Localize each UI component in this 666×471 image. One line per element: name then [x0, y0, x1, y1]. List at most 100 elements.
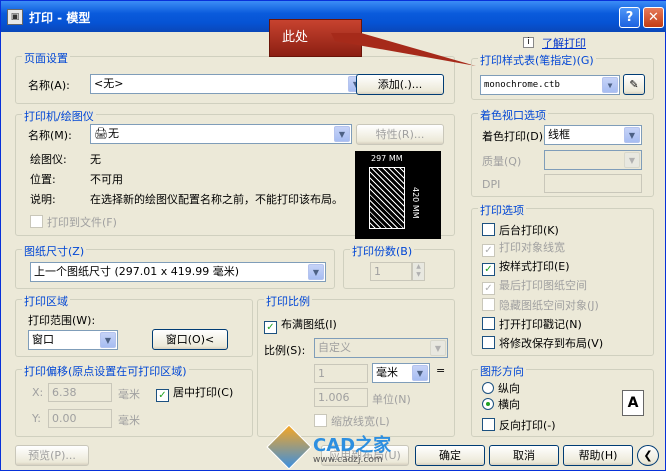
plot-style-select[interactable]: monochrome.ctb ▼: [480, 75, 620, 95]
landscape-radio[interactable]: 横向: [482, 398, 520, 411]
chevron-down-icon: ▼: [624, 152, 640, 168]
chevron-down-icon: ▼: [308, 264, 324, 280]
page-setup-name-label: 名称(A):: [28, 79, 70, 92]
shade-plot-select[interactable]: 线框 ▼: [544, 125, 642, 145]
paper-size-select[interactable]: 上一个图纸尺寸 (297.01 x 419.99 毫米) ▼: [30, 262, 326, 282]
plot-area-select[interactable]: 窗口 ▼: [28, 330, 118, 350]
scale-equals: =: [436, 364, 446, 377]
offset-x-input[interactable]: 6.38: [48, 383, 112, 402]
shaded-viewport-group: 着色视口选项 着色打印(D) 线框 ▼ 质量(Q) ▼ DPI: [471, 107, 654, 197]
help-title-button[interactable]: ?: [619, 7, 640, 28]
plotter-value: 无: [90, 153, 101, 166]
plot-options-group: 打印选项 后台打印(K) ✓ 打印对象线宽 ✓ 按样式打印(E) ✓ 最后打印图纸空间…: [471, 202, 654, 356]
learn-about-plotting-link[interactable]: 了解打印: [542, 35, 586, 51]
scale-lineweights-checkbox[interactable]: 缩放线宽(L): [314, 414, 390, 428]
copies-spinner[interactable]: ▲ ▼: [412, 262, 425, 281]
upside-down-checkbox[interactable]: 反向打印(-): [482, 418, 556, 432]
chevron-down-icon: ▼: [430, 340, 446, 356]
preview-button[interactable]: 预览(P)...: [15, 445, 89, 466]
background-plot-checkbox[interactable]: 后台打印(K): [482, 223, 559, 237]
offset-x-unit: 毫米: [118, 388, 140, 401]
where-value: 不可用: [90, 173, 123, 186]
center-plot-checkbox[interactable]: ✓ 居中打印(C): [156, 386, 233, 402]
dpi-label: DPI: [482, 178, 501, 191]
window-button[interactable]: 窗口(O)<: [152, 329, 228, 350]
plot-area-group: 打印区域 打印范围(W): 窗口 ▼ 窗口(O)<: [15, 293, 253, 357]
quality-label: 质量(Q): [482, 155, 522, 168]
scale-label: 比例(S):: [264, 344, 306, 357]
plotter-label: 绘图仪:: [30, 153, 67, 166]
plot-scale-title: 打印比例: [264, 293, 312, 309]
page-setup-select[interactable]: <无>▼: [90, 74, 366, 94]
collapse-arrow-button[interactable]: ❮: [637, 445, 659, 466]
hide-paperspace-objects-checkbox[interactable]: 隐藏图纸空间对象(J): [482, 298, 599, 312]
edit-style-button[interactable]: ✎: [623, 74, 645, 95]
scale-select[interactable]: 自定义 ▼: [314, 338, 448, 358]
preview-height-label: 420 MM: [411, 187, 420, 219]
preview-width-label: 297 MM: [371, 154, 403, 163]
window-title: 打印 - 模型: [29, 11, 91, 25]
watermark-logo: CAD之家 www.cadzj.com: [266, 424, 403, 470]
plot-options-title: 打印选项: [478, 202, 526, 218]
description-value: 在选择新的绘图仪配置名称之前，不能打印该布局。: [90, 193, 343, 206]
callout-arrow: [331, 33, 476, 66]
ok-button[interactable]: 确定: [415, 445, 485, 466]
plotter-title: 打印机/绘图仪: [22, 108, 96, 124]
scale-units-label: 单位(N): [372, 393, 411, 406]
portrait-radio[interactable]: 纵向: [482, 382, 520, 395]
offset-x-label: X:: [32, 386, 44, 399]
info-icon: i: [523, 37, 534, 48]
page-setup-title: 页面设置: [22, 50, 70, 66]
copies-title: 打印份数(B): [350, 243, 415, 259]
scale-unit-select[interactable]: 毫米 ▼: [372, 363, 430, 383]
scale-units-input[interactable]: 1.006: [314, 388, 368, 407]
app-icon: ▣: [7, 9, 23, 25]
chevron-down-icon: ▼: [624, 127, 640, 143]
close-button[interactable]: ✕: [643, 7, 664, 28]
plot-stamp-checkbox[interactable]: 打开打印戳记(N): [482, 317, 582, 331]
dpi-input[interactable]: [544, 174, 642, 193]
where-label: 位置:: [30, 173, 56, 186]
cancel-button[interactable]: 取消: [489, 445, 559, 466]
description-label: 说明:: [30, 193, 56, 206]
chevron-down-icon: ▼: [602, 77, 618, 93]
save-to-layout-checkbox[interactable]: 将修改保存到布局(V): [482, 336, 603, 350]
plot-to-file-checkbox[interactable]: 打印到文件(F): [30, 215, 117, 229]
shaded-viewport-title: 着色视口选项: [478, 107, 548, 123]
scale-value-input[interactable]: 1: [314, 364, 368, 383]
chevron-down-icon: ▼: [334, 126, 350, 142]
add-page-setup-button[interactable]: 添加(.)...: [356, 74, 444, 95]
plot-paperspace-last-checkbox[interactable]: ✓ 最后打印图纸空间: [482, 279, 587, 295]
plot-offset-title: 打印偏移(原点设置在可打印区域): [22, 363, 189, 379]
orientation-title: 图形方向: [478, 363, 526, 379]
plot-dialog: ▣ 打印 - 模型 ? ✕ 页面设置 名称(A): <无>▼ 添加(.)... …: [0, 0, 666, 471]
chevron-down-icon: ▼: [100, 332, 116, 348]
plot-area-label: 打印范围(W):: [28, 314, 96, 327]
paper-preview: 297 MM 420 MM: [355, 151, 441, 239]
plot-lineweights-checkbox[interactable]: ✓ 打印对象线宽: [482, 241, 565, 257]
plot-style-group: 打印样式表(笔指定)(G) monochrome.ctb ▼ ✎: [471, 52, 654, 100]
offset-y-input[interactable]: 0.00: [48, 409, 112, 428]
plotter-name-label: 名称(M):: [28, 129, 72, 142]
plotter-select[interactable]: 🖨无 ▼: [90, 124, 352, 144]
properties-button[interactable]: 特性(R)...: [356, 124, 444, 145]
offset-y-unit: 毫米: [118, 414, 140, 427]
printer-icon: 🖨: [94, 127, 108, 140]
watermark-text: CAD之家: [313, 435, 392, 456]
fit-to-paper-checkbox[interactable]: ✓ 布满图纸(I): [264, 318, 337, 334]
plot-style-title: 打印样式表(笔指定)(G): [478, 52, 596, 68]
orientation-group: 图形方向 纵向 横向 反向打印(-) A: [471, 363, 654, 437]
plot-scale-group: 打印比例 ✓ 布满图纸(I) 比例(S): 自定义 ▼ 1 毫米 ▼ = 1.006 …: [257, 293, 455, 437]
chevron-left-icon: ❮: [643, 449, 653, 462]
offset-y-label: Y:: [32, 412, 41, 425]
chevron-down-icon: ▼: [412, 365, 428, 381]
plot-area-title: 打印区域: [22, 293, 70, 309]
paper-size-group: 图纸尺寸(Z) 上一个图纸尺寸 (297.01 x 419.99 毫米) ▼: [15, 243, 335, 289]
plot-with-styles-checkbox[interactable]: ✓ 按样式打印(E): [482, 260, 570, 276]
quality-select[interactable]: ▼: [544, 150, 642, 170]
help-button[interactable]: 帮助(H): [563, 445, 633, 466]
edit-pen-icon: ✎: [629, 78, 639, 91]
preview-sheet: [369, 167, 405, 229]
cad-logo-icon: [266, 424, 312, 470]
copies-input[interactable]: 1: [370, 262, 412, 281]
